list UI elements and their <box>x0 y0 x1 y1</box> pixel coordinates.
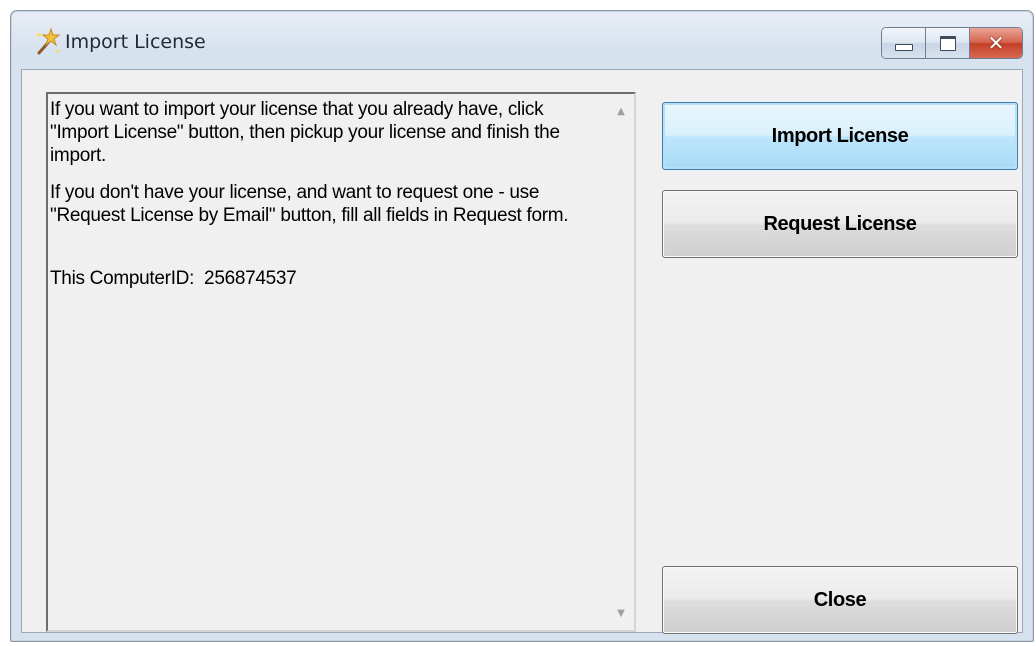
scroll-up-arrow-icon[interactable]: ▲ <box>608 100 634 122</box>
title-bar[interactable]: Import License ✕ <box>11 11 1033 69</box>
close-button[interactable]: Close <box>662 566 1018 634</box>
info-text-box[interactable]: If you want to import your license that … <box>46 92 636 632</box>
info-paragraph-request: If you don't have your license, and want… <box>50 182 569 226</box>
minimize-button[interactable] <box>882 28 926 58</box>
computer-id-value: 256874537 <box>204 268 297 289</box>
caption-buttons: ✕ <box>881 27 1023 59</box>
request-license-button[interactable]: Request License <box>662 190 1018 258</box>
client-area: If you want to import your license that … <box>21 69 1023 634</box>
maximize-icon <box>939 35 956 51</box>
computer-id-label: This ComputerID: <box>50 268 195 289</box>
info-text: If you want to import your license that … <box>50 98 600 304</box>
import-license-window: Import License ✕ If you want to import y… <box>10 10 1034 642</box>
close-icon: ✕ <box>987 31 1005 55</box>
info-paragraph-import: If you want to import your license that … <box>50 99 560 166</box>
close-window-button[interactable]: ✕ <box>970 28 1022 58</box>
wand-icon <box>37 27 61 55</box>
window-title: Import License <box>65 31 206 53</box>
computer-id-line: This ComputerID: 256874537 <box>50 267 600 290</box>
minimize-icon <box>894 43 913 51</box>
scroll-down-arrow-icon[interactable]: ▼ <box>608 602 634 624</box>
maximize-button[interactable] <box>926 28 970 58</box>
import-license-button[interactable]: Import License <box>662 102 1018 170</box>
vertical-scrollbar[interactable]: ▲ ▼ <box>608 94 634 630</box>
